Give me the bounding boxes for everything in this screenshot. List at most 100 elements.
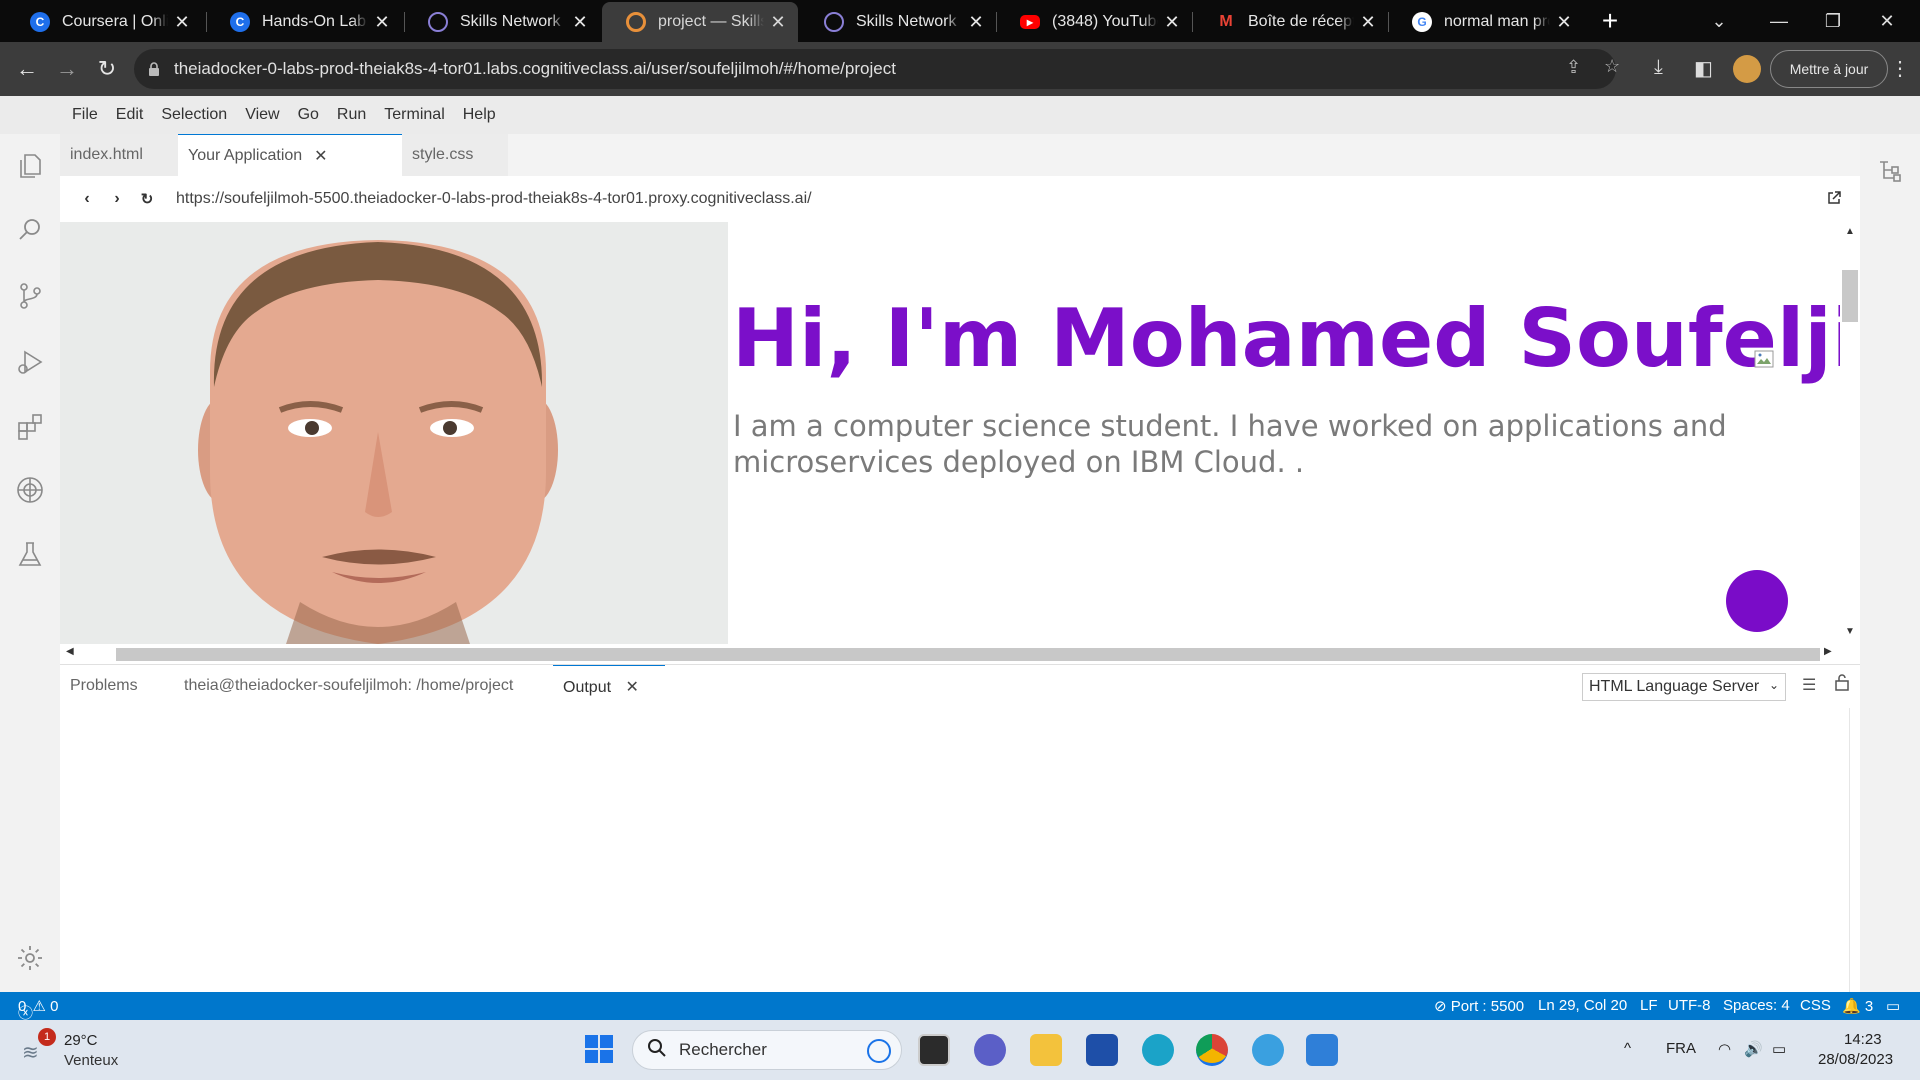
teams-chat-icon[interactable] bbox=[974, 1034, 1006, 1066]
new-tab-button[interactable]: + bbox=[1592, 5, 1628, 36]
menu-file[interactable]: File bbox=[72, 106, 98, 124]
preview-reload-icon[interactable]: ↻ bbox=[132, 190, 162, 208]
eol-indicator[interactable]: LF bbox=[1640, 997, 1658, 1014]
input-language[interactable]: FRA bbox=[1666, 1040, 1696, 1057]
chevron-up-icon[interactable]: ^ bbox=[1624, 1040, 1631, 1057]
reload-icon[interactable]: ↻ bbox=[90, 52, 124, 86]
weather-temperature[interactable]: 29°C bbox=[64, 1032, 98, 1049]
maps-icon[interactable] bbox=[1252, 1034, 1284, 1066]
layout-icon[interactable]: ▭ bbox=[1886, 997, 1900, 1015]
menu-view[interactable]: View bbox=[245, 106, 279, 124]
notifications-indicator[interactable]: 🔔 3 bbox=[1842, 997, 1873, 1015]
photos-icon[interactable] bbox=[1306, 1034, 1338, 1066]
browser-tab-youtube[interactable]: ▶ (3848) YouTube ✕ bbox=[996, 2, 1192, 42]
settings-gear-icon[interactable] bbox=[12, 940, 48, 976]
lock-scroll-icon[interactable] bbox=[1834, 673, 1850, 696]
close-tab-icon[interactable]: ✕ bbox=[572, 12, 588, 33]
tab-your-application[interactable]: Your Application ✕ bbox=[178, 134, 402, 176]
browser-tab-gmail[interactable]: M Boîte de réception ✕ bbox=[1192, 2, 1388, 42]
explorer-icon[interactable] bbox=[12, 148, 48, 184]
tab-style-css[interactable]: style.css bbox=[402, 134, 508, 176]
problems-indicator[interactable]: ⓧ 0 ⚠ 0 bbox=[18, 997, 58, 1022]
task-view-icon[interactable] bbox=[918, 1034, 950, 1066]
menu-run[interactable]: Run bbox=[337, 106, 366, 124]
encoding-indicator[interactable]: UTF-8 bbox=[1668, 997, 1711, 1014]
scroll-thumb[interactable] bbox=[116, 648, 1820, 661]
scroll-right-arrow-icon[interactable]: ▶ bbox=[1824, 646, 1832, 657]
close-tab-icon[interactable]: ✕ bbox=[770, 12, 786, 33]
close-tab-icon[interactable]: ✕ bbox=[968, 12, 984, 33]
file-explorer-icon[interactable] bbox=[1030, 1034, 1062, 1066]
close-tab-icon[interactable]: ✕ bbox=[1360, 12, 1376, 33]
preview-url-input[interactable]: https://soufeljilmoh-5500.theiadocker-0-… bbox=[176, 190, 812, 208]
output-channel-select[interactable]: HTML Language Server ⌄ bbox=[1582, 673, 1786, 701]
preview-forward-icon[interactable]: › bbox=[102, 190, 132, 208]
preview-horizontal-scrollbar[interactable]: ◀ ▶ bbox=[60, 644, 1860, 664]
volume-icon[interactable]: 🔊 bbox=[1744, 1040, 1763, 1058]
bing-icon[interactable] bbox=[867, 1039, 891, 1063]
browser-tab-google[interactable]: G normal man profi ✕ bbox=[1388, 2, 1584, 42]
taskbar-search-input[interactable]: Rechercher bbox=[632, 1030, 902, 1070]
cursor-position[interactable]: Ln 29, Col 20 bbox=[1538, 997, 1627, 1014]
close-tab-icon[interactable]: ✕ bbox=[1164, 12, 1180, 33]
scroll-down-arrow-icon[interactable]: ▼ bbox=[1845, 626, 1855, 637]
scroll-left-arrow-icon[interactable]: ◀ bbox=[66, 646, 74, 657]
side-panel-icon[interactable]: ◧ bbox=[1694, 56, 1713, 81]
download-icon[interactable]: ⤓ bbox=[1654, 56, 1663, 79]
scroll-thumb[interactable] bbox=[1842, 270, 1858, 322]
tab-index-html[interactable]: index.html bbox=[60, 134, 178, 176]
browser-tab-project[interactable]: project — Skills N ✕ bbox=[602, 2, 798, 42]
tab-problems[interactable]: Problems bbox=[70, 677, 138, 695]
clear-output-icon[interactable]: ☰ bbox=[1802, 675, 1816, 695]
testing-flask-icon[interactable] bbox=[12, 536, 48, 572]
clock-time[interactable]: 14:23 bbox=[1844, 1031, 1882, 1048]
outline-view-icon[interactable] bbox=[1872, 152, 1908, 188]
skills-network-toolbox-icon[interactable] bbox=[12, 472, 48, 508]
battery-icon[interactable]: ▭ bbox=[1772, 1040, 1786, 1058]
close-icon[interactable]: ✕ bbox=[314, 146, 327, 166]
browser-tab-coursera[interactable]: C Coursera | Online ✕ bbox=[6, 2, 202, 42]
extensions-icon[interactable] bbox=[12, 408, 48, 444]
port-indicator[interactable]: ⊘ Port : 5500 bbox=[1434, 997, 1524, 1015]
close-window-icon[interactable]: ✕ bbox=[1852, 0, 1920, 42]
preview-back-icon[interactable]: ‹ bbox=[72, 190, 102, 208]
avatar[interactable] bbox=[1733, 55, 1761, 83]
tab-terminal[interactable]: theia@theiadocker-soufeljilmoh: /home/pr… bbox=[184, 677, 513, 695]
edge-icon[interactable] bbox=[1142, 1034, 1174, 1066]
close-tab-icon[interactable]: ✕ bbox=[174, 12, 190, 33]
menu-terminal[interactable]: Terminal bbox=[384, 106, 444, 124]
weather-wind-icon[interactable]: ≋ bbox=[22, 1040, 39, 1065]
menu-edit[interactable]: Edit bbox=[116, 106, 144, 124]
language-mode[interactable]: CSS bbox=[1800, 997, 1831, 1014]
close-tab-icon[interactable]: ✕ bbox=[374, 12, 390, 33]
weather-status[interactable]: Venteux bbox=[64, 1052, 118, 1069]
menu-go[interactable]: Go bbox=[298, 106, 319, 124]
run-debug-icon[interactable] bbox=[12, 344, 48, 380]
floating-circle-button[interactable] bbox=[1726, 570, 1788, 632]
wifi-icon[interactable]: ◠ bbox=[1718, 1040, 1731, 1058]
open-external-icon[interactable] bbox=[1826, 190, 1842, 206]
update-button[interactable]: Mettre à jour bbox=[1770, 50, 1888, 88]
menu-selection[interactable]: Selection bbox=[161, 106, 227, 124]
browser-tab-skills-network-editor[interactable]: Skills Network Ed ✕ bbox=[800, 2, 996, 42]
address-bar[interactable]: theiadocker-0-labs-prod-theiak8s-4-tor01… bbox=[134, 49, 1620, 89]
chrome-icon[interactable] bbox=[1196, 1034, 1228, 1066]
bookmark-star-icon[interactable]: ☆ bbox=[1604, 56, 1620, 77]
scroll-up-arrow-icon[interactable]: ▲ bbox=[1845, 226, 1855, 237]
source-control-icon[interactable] bbox=[12, 278, 48, 314]
forward-arrow-icon[interactable]: → bbox=[50, 52, 84, 86]
windows-start-icon[interactable] bbox=[584, 1034, 614, 1069]
back-arrow-icon[interactable]: ← bbox=[10, 52, 44, 86]
browser-tab-skills-network-lab[interactable]: Skills Network Lab ✕ bbox=[404, 2, 600, 42]
more-menu-icon[interactable]: ⋮ bbox=[1890, 56, 1910, 81]
clock-date[interactable]: 28/08/2023 bbox=[1818, 1051, 1893, 1068]
browser-tab-hands-on-lab[interactable]: C Hands-On Lab: Si ✕ bbox=[206, 2, 402, 42]
search-icon[interactable] bbox=[12, 212, 48, 248]
close-tab-icon[interactable]: ✕ bbox=[1556, 12, 1572, 33]
share-icon[interactable]: ⇪ bbox=[1566, 57, 1581, 78]
microsoft-store-icon[interactable] bbox=[1086, 1034, 1118, 1066]
preview-vertical-scrollbar[interactable]: ▲ ▼ bbox=[1840, 222, 1860, 644]
menu-help[interactable]: Help bbox=[463, 106, 496, 124]
indent-indicator[interactable]: Spaces: 4 bbox=[1723, 997, 1790, 1014]
tab-output[interactable]: Output ✕ bbox=[553, 665, 665, 697]
